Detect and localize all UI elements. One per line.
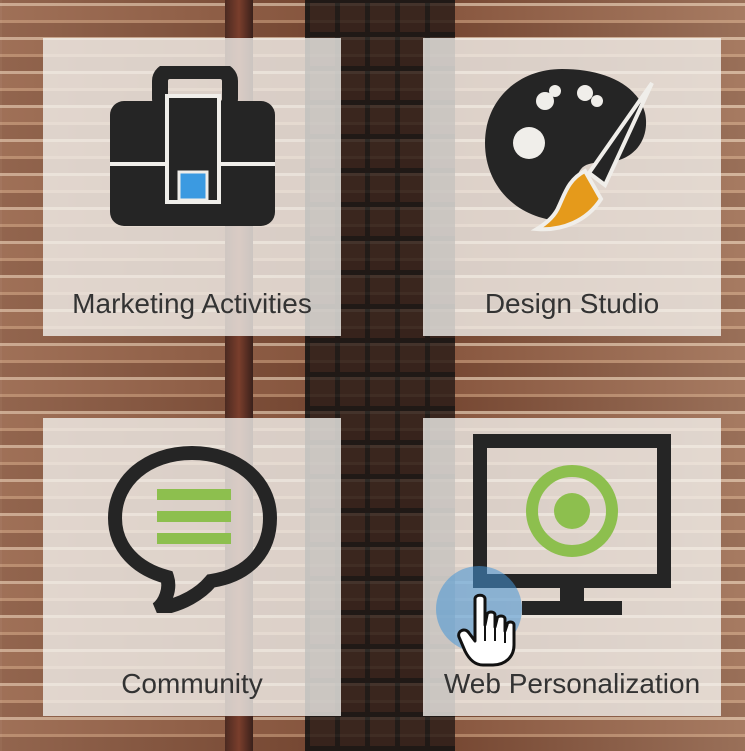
tile-marketing-activities[interactable]: Marketing Activities (43, 38, 341, 336)
tile-label: Marketing Activities (72, 288, 312, 319)
briefcase-icon (43, 38, 341, 258)
tile-design-studio[interactable]: Design Studio (423, 38, 721, 336)
palette-icon (423, 38, 721, 258)
tile-community[interactable]: Community (43, 418, 341, 716)
hand-pointer-icon (457, 593, 519, 674)
tile-label: Design Studio (484, 288, 660, 319)
tile-label: Community (121, 668, 263, 699)
chat-bubble-icon (43, 418, 341, 638)
